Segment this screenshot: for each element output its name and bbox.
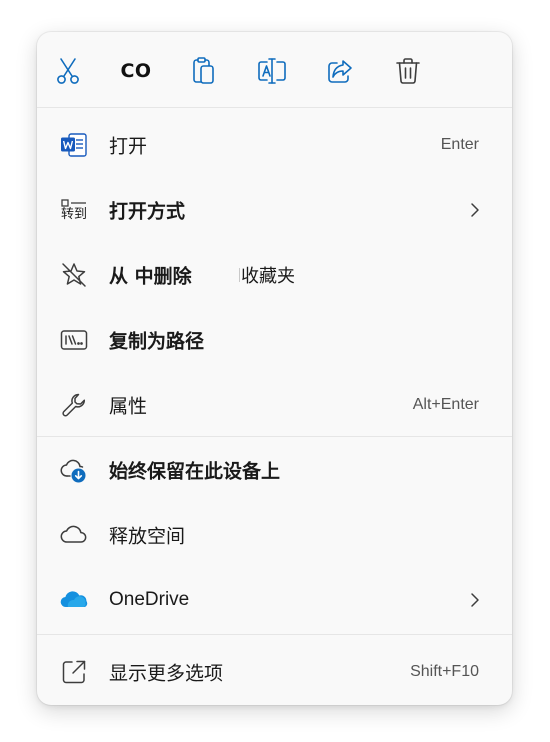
context-menu: CO 打开 Enter 转到 打开方式 从 中删除 收藏夹 复制为路径 属性 A… [37,32,512,705]
open-external-icon [58,656,90,688]
menu-item-always-keep-on-device[interactable]: 始终保留在此设备上 [37,441,512,499]
separator [37,107,512,108]
chevron-right-icon [468,592,482,608]
paste-button[interactable] [187,54,221,88]
menu-item-copy-as-path[interactable]: 复制为路径 [37,311,512,369]
cloud-download-icon [58,454,90,486]
trash-icon [395,57,421,85]
menu-item-free-up-space[interactable]: 释放空间 [37,506,512,564]
text-divider [239,268,240,282]
menu-item-label-suffix: 收藏夹 [241,266,295,287]
unpin-star-icon [58,259,90,291]
menu-item-open-with[interactable]: 转到 打开方式 [37,181,512,239]
chevron-right-icon [468,202,482,218]
menu-item-onedrive[interactable]: OneDrive [37,571,512,629]
menu-item-label: 从 中删除 [109,265,192,288]
menu-item-label: OneDrive [109,589,190,610]
share-icon [326,57,354,85]
open-with-icon-text: 转到 [60,206,87,222]
menu-item-label: 打开方式 [109,200,186,223]
clipboard-icon [191,56,217,86]
onedrive-icon [58,584,90,616]
cloud-icon [58,519,90,551]
word-document-icon [58,129,90,161]
menu-item-label: 复制为路径 [109,330,205,353]
menu-item-open[interactable]: 打开 Enter [37,116,512,174]
shortcut-text: Alt+Enter [412,396,479,413]
separator [37,634,512,635]
wrench-icon [58,389,90,421]
menu-item-label: 属性 [109,395,148,418]
copy-button-label: CO [120,60,152,82]
menu-item-label: 始终保留在此设备上 [109,460,281,483]
share-button[interactable] [323,54,357,88]
menu-item-label: 显示更多选项 [109,662,224,685]
delete-button[interactable] [391,54,425,88]
separator [37,436,512,437]
copy-button[interactable]: CO [119,54,153,88]
open-with-icon: 转到 [58,194,90,226]
shortcut-text: Enter [440,136,479,153]
menu-item-label: 打开 [109,135,148,158]
menu-item-remove-from-favorites[interactable]: 从 中删除 收藏夹 [37,246,512,304]
menu-item-properties[interactable]: 属性 Alt+Enter [37,376,512,434]
rename-icon [257,57,287,85]
quick-actions-toolbar: CO [37,32,512,107]
menu-item-show-more-options[interactable]: 显示更多选项 Shift+F10 [37,643,512,701]
cut-button[interactable] [51,54,85,88]
rename-button[interactable] [255,54,289,88]
scissors-icon [55,57,81,85]
shortcut-text: Shift+F10 [410,663,479,680]
path-icon [58,324,90,356]
menu-item-label: 释放空间 [109,525,186,548]
